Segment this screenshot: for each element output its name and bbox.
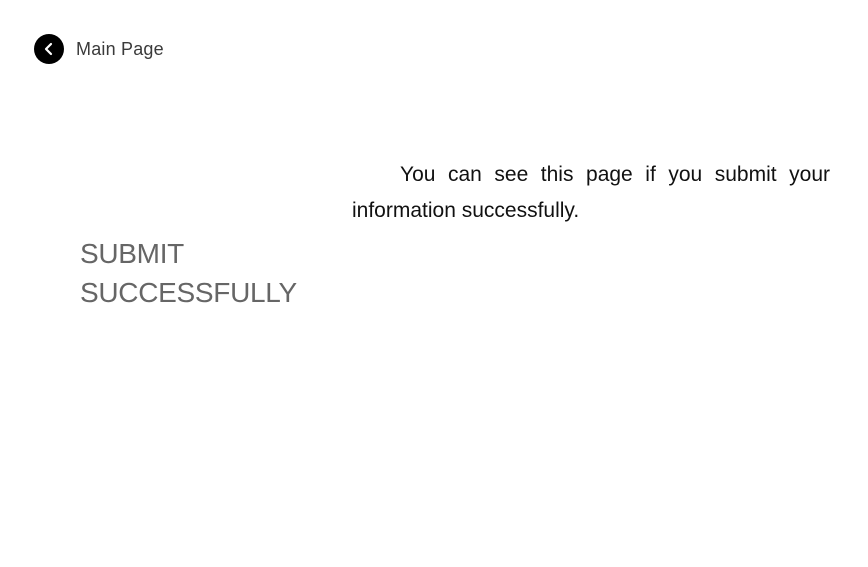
chevron-left-icon (44, 42, 53, 56)
page-title: SUBMIT SUCCESSFULLY (80, 234, 297, 312)
success-message: You can see this page if you submit your… (352, 163, 830, 222)
title-line-1: SUBMIT (80, 238, 184, 269)
back-button[interactable] (34, 34, 64, 64)
main-page-label[interactable]: Main Page (76, 39, 164, 60)
main-page-back-link[interactable]: Main Page (34, 34, 164, 64)
title-line-2: SUCCESSFULLY (80, 277, 297, 308)
